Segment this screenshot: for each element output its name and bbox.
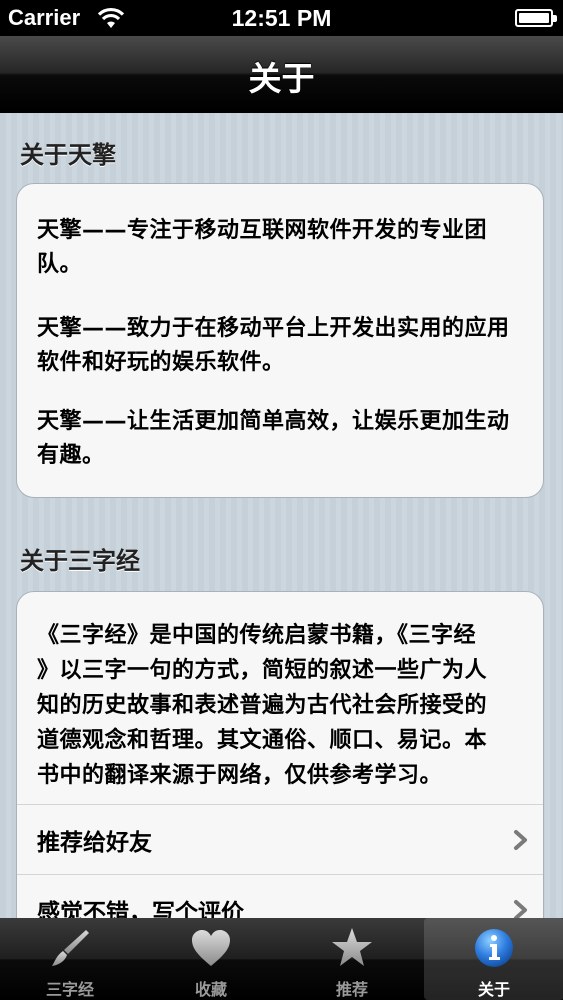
tianqing-paragraph-3: 天擎——让生活更加简单高效，让娱乐更加生动有趣。 bbox=[37, 409, 510, 468]
description-line: 知的历史故事和表述普遍为古代社会所接受的 bbox=[37, 693, 488, 718]
write-review-label: 感觉不错，写个评价 bbox=[37, 900, 244, 918]
recommend-to-friend-label: 推荐给好友 bbox=[37, 830, 152, 856]
about-sanzijing-card: 《三字经》是中国的传统启蒙书籍，《三字经 》以三字一句的方式，简短的叙述一些广为… bbox=[16, 591, 544, 918]
tianqing-paragraph-1: 天擎——专注于移动互联网软件开发的专业团队。 bbox=[37, 218, 488, 277]
description-line: 》以三字一句的方式，简短的叙述一些广为人 bbox=[37, 658, 488, 683]
tab-label: 关于 bbox=[477, 980, 510, 999]
tab-bar: 三字经 收藏 推荐 关于 bbox=[0, 918, 563, 1000]
description-line: 道德观念和哲理。其文通俗、顺口、易记。本 bbox=[37, 728, 488, 753]
section-header-about-tianqing: 关于天擎 bbox=[20, 141, 116, 169]
tab-about[interactable]: 关于 bbox=[424, 918, 563, 1000]
status-time: 12:51 PM bbox=[231, 5, 332, 31]
tab-favorites[interactable]: 收藏 bbox=[141, 918, 281, 1000]
tab-label: 三字经 bbox=[45, 980, 94, 999]
navigation-bar: 关于 bbox=[0, 36, 563, 113]
tab-label: 推荐 bbox=[335, 980, 368, 999]
description-line: 《三字经》是中国的传统启蒙书籍，《三字经 bbox=[37, 623, 477, 648]
recommend-to-friend-row[interactable]: 推荐给好友 bbox=[17, 804, 543, 874]
chevron-right-icon bbox=[514, 900, 527, 918]
heart-icon bbox=[192, 930, 230, 966]
tianqing-paragraph-2: 天擎——致力于在移动平台上开发出实用的应用软件和好玩的娱乐软件。 bbox=[37, 316, 510, 375]
section-header-about-sanzijing: 关于三字经 bbox=[20, 547, 140, 575]
status-bar: Carrier 12:51 PM bbox=[0, 0, 563, 36]
brush-icon bbox=[52, 930, 89, 966]
info-icon bbox=[475, 929, 513, 967]
battery-icon bbox=[515, 9, 557, 27]
page-title: 关于 bbox=[248, 59, 315, 98]
tab-recommend[interactable]: 推荐 bbox=[282, 918, 422, 1000]
about-tianqing-card: 天擎——专注于移动互联网软件开发的专业团队。 天擎——致力于在移动平台上开发出实… bbox=[16, 183, 544, 498]
chevron-right-icon bbox=[514, 830, 527, 850]
star-icon bbox=[332, 928, 372, 966]
tab-sanzijing[interactable]: 三字经 bbox=[0, 918, 140, 1000]
content-area[interactable]: 关于天擎 天擎——专注于移动互联网软件开发的专业团队。 天擎——致力于在移动平台… bbox=[0, 113, 563, 918]
write-review-row[interactable]: 感觉不错，写个评价 bbox=[17, 874, 543, 918]
sanzijing-description: 《三字经》是中国的传统启蒙书籍，《三字经 》以三字一句的方式，简短的叙述一些广为… bbox=[37, 618, 527, 793]
description-line: 书中的翻译来源于网络，仅供参考学习。 bbox=[37, 763, 443, 788]
tab-label: 收藏 bbox=[194, 980, 227, 999]
